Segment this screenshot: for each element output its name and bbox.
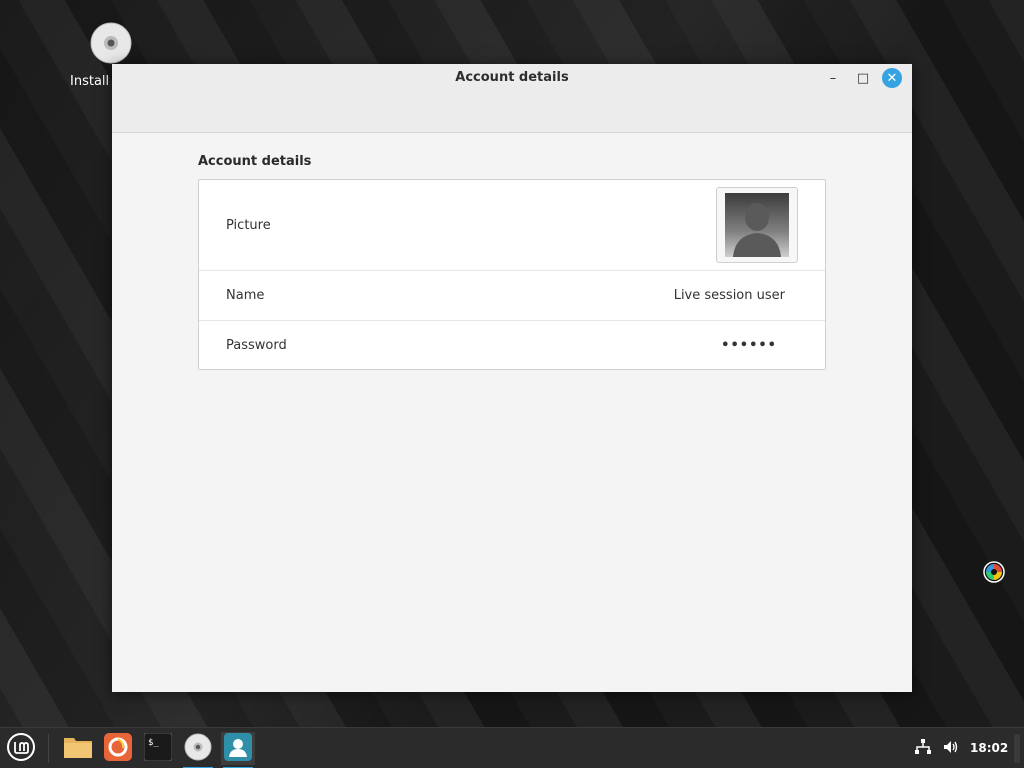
- terminal-icon: $_: [143, 732, 173, 765]
- taskbar-separator: [48, 734, 49, 763]
- picture-row: Picture: [199, 180, 825, 271]
- name-value[interactable]: Live session user: [674, 288, 785, 303]
- password-row[interactable]: Password ••••••: [199, 321, 825, 369]
- mint-menu-icon: [6, 732, 36, 766]
- taskbar: $_ 18:02: [0, 727, 1024, 768]
- picture-button[interactable]: [716, 187, 798, 263]
- account-details-content: Account details Picture Name Live sessio…: [198, 154, 826, 370]
- desktop-icon-label: Install: [70, 74, 110, 89]
- svg-text:$_: $_: [148, 738, 159, 748]
- folder-icon: [63, 735, 93, 763]
- account-details-window: Account details – □ ✕ Account details Pi…: [112, 64, 912, 692]
- close-button[interactable]: ✕: [882, 68, 902, 88]
- avatar-icon: [725, 193, 789, 257]
- disc-icon: [90, 22, 132, 64]
- disc-icon: [184, 733, 212, 765]
- volume-indicator[interactable]: [942, 728, 960, 768]
- maximize-button[interactable]: □: [853, 68, 873, 88]
- taskbar-firefox[interactable]: [101, 732, 135, 765]
- section-title: Account details: [198, 154, 312, 169]
- name-row[interactable]: Name Live session user: [199, 271, 825, 321]
- window-titlebar[interactable]: Account details – □ ✕: [112, 64, 912, 133]
- color-picker-icon[interactable]: [983, 561, 1005, 583]
- network-indicator[interactable]: [914, 728, 932, 768]
- picture-label: Picture: [226, 217, 271, 233]
- name-label: Name: [226, 288, 265, 303]
- password-value[interactable]: ••••••: [721, 338, 777, 353]
- firefox-icon: [104, 732, 132, 765]
- taskbar-terminal[interactable]: $_: [141, 732, 175, 765]
- show-desktop-button[interactable]: [1014, 734, 1020, 763]
- clock[interactable]: 18:02: [970, 741, 1008, 755]
- taskbar-installer[interactable]: [181, 732, 215, 768]
- taskbar-files[interactable]: [61, 732, 95, 765]
- volume-icon: [942, 738, 960, 760]
- menu-button[interactable]: [4, 732, 38, 765]
- minimize-button[interactable]: –: [823, 68, 843, 88]
- window-title: Account details: [455, 70, 569, 85]
- account-details-card: Picture Name Live session user Password …: [198, 179, 826, 370]
- account-icon: [224, 732, 252, 765]
- network-icon: [914, 738, 932, 760]
- password-label: Password: [226, 337, 287, 353]
- taskbar-account-details[interactable]: [221, 732, 255, 768]
- desktop-install-icon[interactable]: Install: [66, 22, 176, 89]
